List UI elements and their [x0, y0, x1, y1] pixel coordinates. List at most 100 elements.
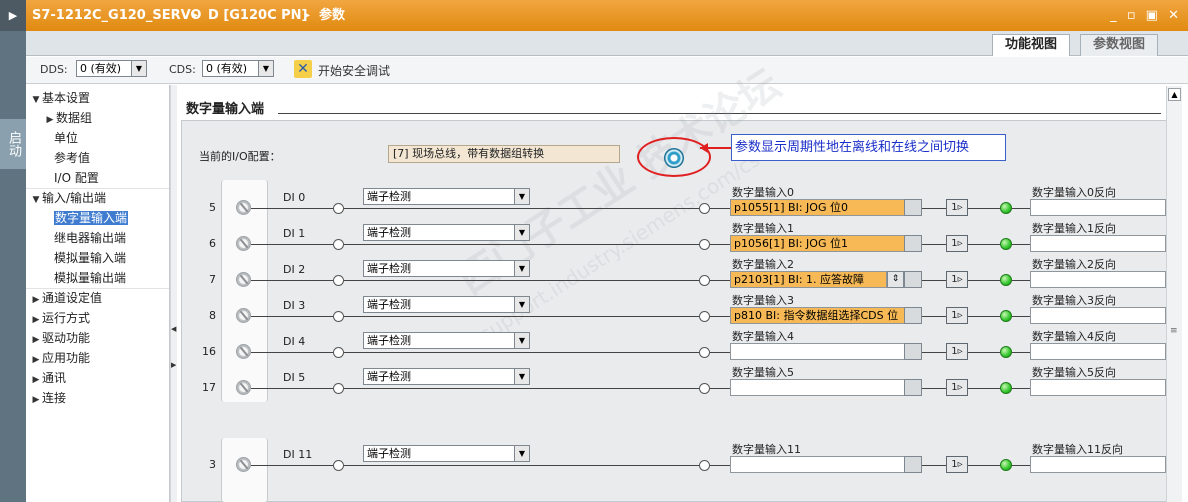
pane-splitter[interactable]: ◀ ▶	[170, 85, 177, 502]
terminal-number: 16	[202, 345, 216, 358]
sidebar-item[interactable]: ▶ 通道设定值	[26, 288, 169, 308]
left-task-strip: 启动	[0, 31, 26, 502]
di-function-select[interactable]: 端子检测 ▼	[363, 260, 530, 277]
sidebar-item[interactable]: 参考值	[26, 148, 169, 168]
signal-parameter-field[interactable]: p1056[1] BI: JOG 位1	[730, 235, 906, 252]
expanded-arrow-icon[interactable]: ▼	[30, 190, 42, 210]
sidebar-item[interactable]: 单位	[26, 128, 169, 148]
wire	[1012, 316, 1030, 317]
collapsed-arrow-icon[interactable]: ▶	[44, 110, 56, 130]
sidebar-item[interactable]: 模拟量输入端	[26, 248, 169, 268]
wire	[344, 244, 699, 245]
toolbar: DDS: 0 (有效) ▼ CDS: 0 (有效) ▼ ✕ 开始安全调试	[26, 57, 1188, 84]
chevron-down-icon[interactable]: ▼	[131, 61, 146, 76]
chevron-down-icon[interactable]: ▼	[514, 189, 529, 204]
inverted-output-field[interactable]	[1030, 235, 1166, 252]
wire	[251, 316, 333, 317]
sidebar-item[interactable]: ▶ 驱动功能	[26, 328, 169, 348]
chevron-down-icon[interactable]: ▼	[514, 333, 529, 348]
signal-parameter-field[interactable]	[730, 343, 906, 360]
parameter-browse-button[interactable]	[904, 307, 922, 324]
status-led-icon	[1000, 310, 1012, 322]
wire	[1012, 465, 1030, 466]
collapse-left-icon[interactable]: ◀	[171, 325, 176, 333]
connector-circle	[333, 203, 344, 214]
connector-circle	[333, 383, 344, 394]
collapsed-arrow-icon[interactable]: ▶	[30, 290, 42, 310]
signal-parameter-field[interactable]: p2103[1] BI: 1. 应答故障	[730, 271, 887, 288]
inverted-output-field[interactable]	[1030, 271, 1166, 288]
wire	[251, 208, 333, 209]
cds-select[interactable]: 0 (有效) ▼	[202, 60, 274, 77]
wire	[1012, 244, 1030, 245]
tab-function-view[interactable]: 功能视图	[992, 34, 1071, 56]
sidebar-item[interactable]: ▶ 连接	[26, 388, 169, 408]
breadcrumb-project[interactable]: S7-1212C_G120_SERVO	[32, 0, 201, 31]
spin-updown-icon[interactable]: ⇕	[887, 271, 904, 288]
scroll-grip-icon[interactable]: ≡	[1170, 326, 1178, 336]
parameter-browse-button[interactable]	[904, 379, 922, 396]
window-controls[interactable]: _ ▫ ▣ ✕	[1110, 0, 1182, 31]
sidebar-item[interactable]: ▶ 应用功能	[26, 348, 169, 368]
scroll-up-icon[interactable]: ▲	[1168, 88, 1181, 101]
sidebar-item[interactable]: ▼ 基本设置	[26, 88, 169, 108]
dds-select[interactable]: 0 (有效) ▼	[76, 60, 147, 77]
chevron-down-icon[interactable]: ▼	[514, 446, 529, 461]
expanded-arrow-icon[interactable]: ▼	[30, 90, 42, 110]
expand-right-icon[interactable]: ▶	[171, 361, 176, 369]
parameter-browse-button[interactable]	[904, 235, 922, 252]
collapsed-arrow-icon[interactable]: ▶	[30, 310, 42, 330]
chevron-down-icon[interactable]: ▼	[514, 261, 529, 276]
inverted-output-field[interactable]	[1030, 307, 1166, 324]
chevron-down-icon[interactable]: ▼	[514, 369, 529, 384]
sidebar-item[interactable]: 继电器输出端	[26, 228, 169, 248]
inverted-output-field[interactable]	[1030, 456, 1166, 473]
signal-label: 数字量输入4	[732, 330, 794, 343]
di-function-select[interactable]: 端子检测 ▼	[363, 445, 530, 462]
sidebar-item-label: 数据组	[56, 111, 93, 125]
collapsed-arrow-icon[interactable]: ▶	[30, 350, 42, 370]
sidebar-item[interactable]: ▶ 通讯	[26, 368, 169, 388]
signal-label: 数字量输入1	[732, 222, 794, 235]
chevron-down-icon[interactable]: ▼	[514, 225, 529, 240]
signal-parameter-field[interactable]: p810 BI: 指令数据组选择CDS 位	[730, 307, 906, 324]
sidebar-item-label: 数字量输入端	[54, 211, 129, 225]
collapsed-arrow-icon[interactable]: ▶	[30, 370, 42, 390]
signal-label: 数字量输入0	[732, 186, 794, 199]
sidebar-item[interactable]: ▼ 输入/输出端	[26, 188, 169, 208]
sidebar-item-label: 参考值	[54, 151, 91, 165]
sidebar-item[interactable]: 模拟量输出端	[26, 268, 169, 288]
inverted-output-field[interactable]	[1030, 379, 1166, 396]
sidebar-item[interactable]: 数字量输入端	[26, 208, 169, 228]
inverted-output-label: 数字量输入4反向	[1032, 330, 1116, 343]
inverted-output-field[interactable]	[1030, 343, 1166, 360]
breadcrumb-device[interactable]: D [G120C PN]	[208, 0, 307, 31]
parameter-browse-button[interactable]	[904, 199, 922, 216]
terminal-screw-icon	[236, 200, 251, 215]
signal-parameter-field[interactable]: p1055[1] BI: JOG 位0	[730, 199, 906, 216]
di-function-select[interactable]: 端子检测 ▼	[363, 296, 530, 313]
parameter-browse-button[interactable]	[904, 271, 922, 288]
di-function-select[interactable]: 端子检测 ▼	[363, 224, 530, 241]
signal-parameter-field[interactable]	[730, 379, 906, 396]
sidebar-item[interactable]: ▶ 运行方式	[26, 308, 169, 328]
start-safety-commissioning[interactable]: 开始安全调试	[318, 62, 390, 79]
inverted-output-field[interactable]	[1030, 199, 1166, 216]
expand-arrow-icon[interactable]: ▶	[0, 0, 26, 31]
signal-parameter-field[interactable]	[730, 456, 906, 473]
collapsed-arrow-icon[interactable]: ▶	[30, 330, 42, 350]
di-function-select[interactable]: 端子检测 ▼	[363, 188, 530, 205]
safety-tools-icon[interactable]: ✕	[294, 60, 312, 78]
sidebar-item[interactable]: ▶ 数据组	[26, 108, 169, 128]
collapsed-arrow-icon[interactable]: ▶	[30, 390, 42, 410]
parameter-browse-button[interactable]	[904, 456, 922, 473]
chevron-down-icon[interactable]: ▼	[514, 297, 529, 312]
sidebar-item[interactable]: I/O 配置	[26, 168, 169, 188]
vertical-scrollbar[interactable]: ▲ ≡	[1166, 86, 1182, 502]
di-function-select[interactable]: 端子检测 ▼	[363, 332, 530, 349]
di-function-select[interactable]: 端子检测 ▼	[363, 368, 530, 385]
start-task-tab[interactable]: 启动	[0, 119, 26, 169]
tab-parameter-view[interactable]: 参数视图	[1080, 34, 1159, 56]
chevron-down-icon[interactable]: ▼	[258, 61, 273, 76]
parameter-browse-button[interactable]	[904, 343, 922, 360]
